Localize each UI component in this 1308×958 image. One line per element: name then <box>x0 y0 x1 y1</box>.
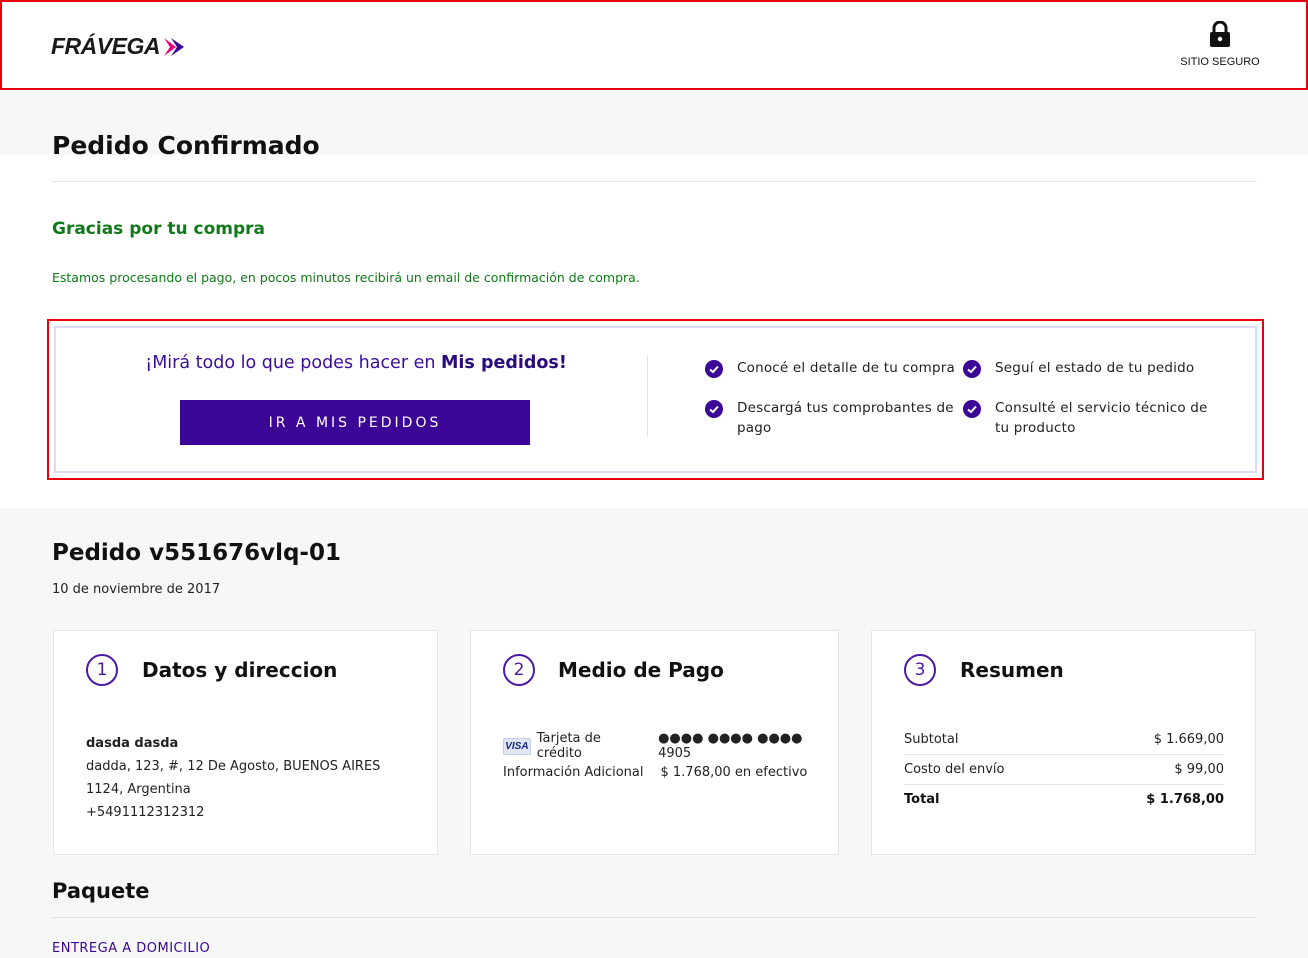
check-circle-icon <box>705 400 723 418</box>
processing-message: Estamos procesando el pago, en pocos min… <box>52 270 640 285</box>
step-number: 3 <box>904 654 936 686</box>
page-title: Pedido Confirmado <box>52 131 320 160</box>
card-title: Resumen <box>960 658 1064 682</box>
total-value: $ 1.768,00 <box>1146 792 1224 807</box>
card-title: Datos y direccion <box>142 658 338 682</box>
card-payment-row: VISA Tarjeta de crédito ●●●● ●●●● ●●●● 4… <box>503 731 838 761</box>
subtotal-row: Subtotal $ 1.669,00 <box>904 732 1224 755</box>
delivery-type: ENTREGA A DOMICILIO <box>52 941 211 956</box>
address-card: 1 Datos y direccion dasda dasda dadda, 1… <box>53 630 438 855</box>
step-number: 2 <box>503 654 535 686</box>
shipping-label: Costo del envío <box>904 762 1005 777</box>
my-orders-promo-highlight: ¡Mirá todo lo que podes hacer en Mis ped… <box>47 319 1264 480</box>
card-type-label: Tarjeta de crédito <box>536 731 601 761</box>
promo-lead-bold: Mis pedidos! <box>441 353 567 373</box>
feature-item: Seguí el estado de tu pedido <box>963 358 1223 378</box>
check-circle-icon <box>705 360 723 378</box>
site-header: FRÁVEGA SITIO SEGURO <box>0 0 1308 90</box>
card-number: ●●●● ●●●● ●●●● 4905 <box>658 731 803 761</box>
step-number: 1 <box>86 654 118 686</box>
feature-item: Conocé el detalle de tu compra <box>705 358 955 378</box>
go-to-my-orders-button[interactable]: IR A MIS PEDIDOS <box>180 400 530 445</box>
total-label: Total <box>904 792 940 807</box>
summary-card: 3 Resumen Subtotal $ 1.669,00 Costo del … <box>871 630 1256 855</box>
title-divider <box>52 181 1257 182</box>
subtotal-value: $ 1.669,00 <box>1153 732 1224 747</box>
card-title: Medio de Pago <box>558 658 724 682</box>
feature-text: Seguí el estado de tu pedido <box>995 360 1195 376</box>
subtotal-label: Subtotal <box>904 732 959 747</box>
secure-site-label: SITIO SEGURO <box>1180 56 1260 68</box>
customer-name: dasda dasda <box>86 736 179 751</box>
address-details: dasda dasda dadda, 123, #, 12 De Agosto,… <box>86 732 380 824</box>
package-title: Paquete <box>52 879 150 903</box>
shipping-value: $ 99,00 <box>1174 762 1224 777</box>
order-title: Pedido v551676vlq-01 <box>52 540 341 566</box>
feature-text: Consulté el servicio técnico de tu produ… <box>995 400 1208 436</box>
feature-text: Descargá tus comprobantes de pago <box>737 400 954 436</box>
phone-number: +5491112312312 <box>86 805 205 820</box>
check-circle-icon <box>963 400 981 418</box>
promo-lead-text: ¡Mirá todo lo que podes hacer en <box>145 353 442 373</box>
additional-info-value: $ 1.768,00 en efectivo <box>660 765 808 780</box>
additional-info-label: Información Adicional <box>503 765 644 780</box>
secure-site-badge: SITIO SEGURO <box>1180 21 1260 68</box>
feature-item: Consulté el servicio técnico de tu produ… <box>963 398 1223 438</box>
logo-text: FRÁVEGA <box>51 33 160 59</box>
promo-divider <box>647 356 648 436</box>
logo-arrow-icon <box>163 37 184 56</box>
total-row: Total $ 1.768,00 <box>904 792 1224 814</box>
promo-lead: ¡Mirá todo lo que podes hacer en Mis ped… <box>136 353 576 373</box>
street-address: dadda, 123, #, 12 De Agosto, BUENOS AIRE… <box>86 759 381 774</box>
city-country: 1124, Argentina <box>86 782 191 797</box>
check-circle-icon <box>963 360 981 378</box>
my-orders-promo: ¡Mirá todo lo que podes hacer en Mis ped… <box>54 326 1257 473</box>
visa-card-icon: VISA <box>503 737 531 755</box>
payment-card: 2 Medio de Pago VISA Tarjeta de crédito … <box>470 630 839 855</box>
additional-info-row: Información Adicional $ 1.768,00 en efec… <box>503 765 807 780</box>
shipping-row: Costo del envío $ 99,00 <box>904 762 1224 785</box>
order-date: 10 de noviembre de 2017 <box>52 582 221 597</box>
fravega-logo[interactable]: FRÁVEGA <box>51 33 186 60</box>
feature-item: Descargá tus comprobantes de pago <box>705 398 955 438</box>
lock-icon <box>1210 21 1230 47</box>
package-divider <box>52 917 1257 918</box>
thanks-heading: Gracias por tu compra <box>52 219 266 239</box>
feature-text: Conocé el detalle de tu compra <box>737 360 955 376</box>
